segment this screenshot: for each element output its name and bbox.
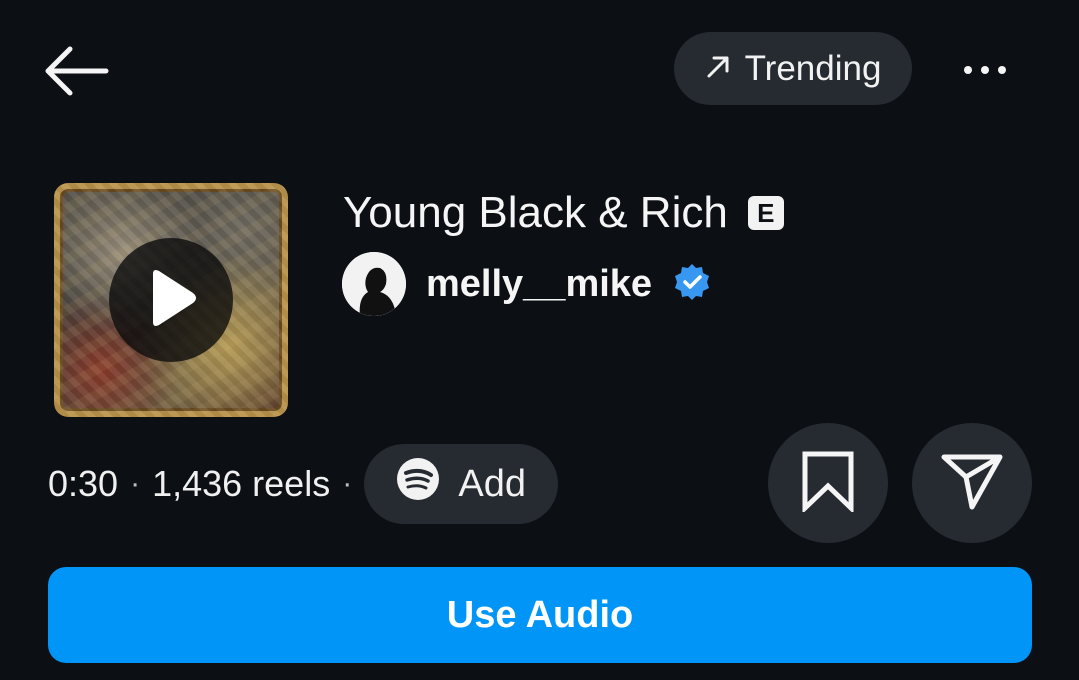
back-button[interactable] [40,38,130,108]
share-button[interactable] [912,423,1032,543]
song-title: Young Black & Rich [343,188,728,237]
separator: · [342,467,353,500]
send-icon [940,451,1004,516]
save-button[interactable] [768,423,888,543]
arrow-up-right-icon [705,49,731,89]
reels-count-text: 1,436 reels [152,463,331,504]
more-horizontal-icon [964,66,1006,74]
duration-text: 0:30 [48,463,119,504]
use-audio-button[interactable]: Use Audio [48,567,1032,663]
verified-badge-icon [672,262,712,307]
trending-button[interactable]: Trending [674,32,912,105]
play-icon [141,266,201,335]
use-audio-label: Use Audio [446,593,634,636]
spotify-icon [396,457,440,511]
artist-name[interactable]: melly__mike [426,263,652,306]
artist-row[interactable]: melly__mike [342,252,712,316]
add-to-spotify-button[interactable]: Add [364,444,559,524]
separator: · [130,467,141,500]
audio-meta-row: 0:30 · 1,436 reels · Add [48,440,559,528]
more-options-button[interactable] [950,45,1020,95]
song-title-row: Young Black & Rich E [343,185,784,241]
trending-label: Trending [744,48,882,88]
arrow-left-icon [40,46,110,101]
play-button[interactable] [109,238,233,362]
explicit-badge: E [747,196,784,230]
bookmark-icon [799,450,857,517]
avatar[interactable] [342,252,406,316]
add-label: Add [458,462,527,505]
